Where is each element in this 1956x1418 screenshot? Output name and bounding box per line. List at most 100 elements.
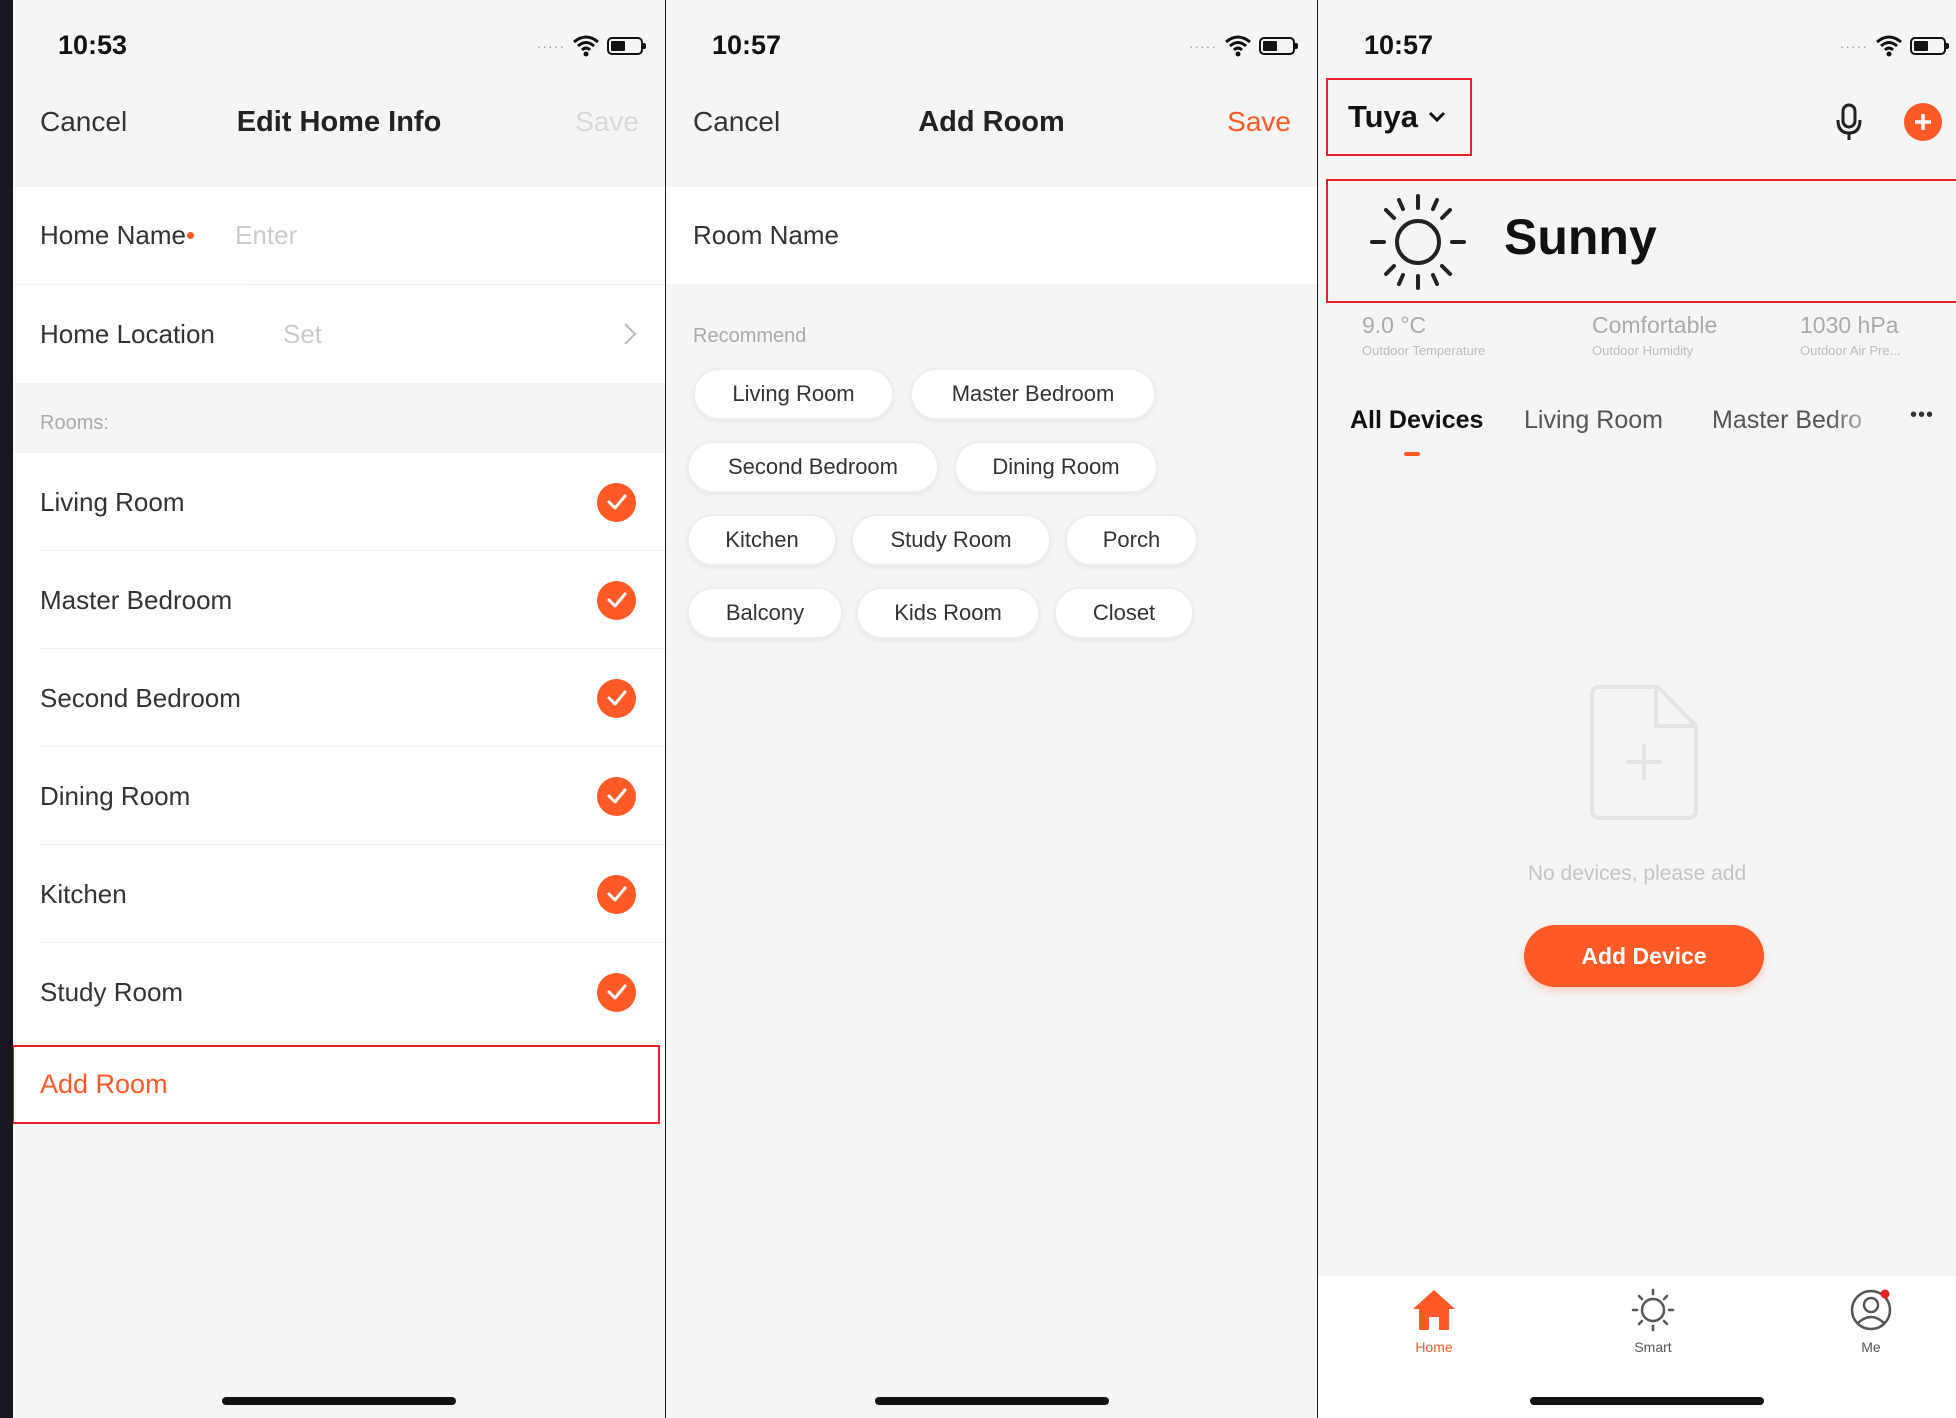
recommend-header: Recommend: [693, 325, 807, 347]
tab-me-label: Me: [1861, 1339, 1881, 1355]
home-icon: [1413, 1290, 1455, 1330]
recommend-chip[interactable]: Dining Room: [954, 441, 1158, 493]
status-time: 10:57: [712, 30, 782, 60]
tab-smart[interactable]: Smart: [1603, 1288, 1703, 1355]
room-name: Master Bedroom: [40, 584, 233, 615]
wifi-icon: [1876, 35, 1902, 57]
check-circle-icon[interactable]: [597, 482, 636, 522]
rooms-header: Rooms:: [40, 412, 109, 434]
cancel-button[interactable]: Cancel: [40, 106, 127, 138]
temperature-stat: 9.0 °C Outdoor Temperature: [1362, 312, 1485, 358]
save-button[interactable]: Save: [1227, 106, 1291, 138]
checkmark-icon: [607, 494, 626, 510]
highlight-box: [1326, 179, 1956, 303]
checkmark-icon: [607, 788, 626, 804]
add-button[interactable]: [1904, 103, 1942, 141]
wifi-icon: [573, 35, 599, 57]
recommend-chip[interactable]: Living Room: [693, 368, 894, 420]
status-time: 10:53: [58, 30, 128, 60]
room-name: Kitchen: [40, 878, 127, 909]
more-tabs-icon[interactable]: •••: [1910, 404, 1934, 427]
signal-icon: ·····: [1188, 38, 1217, 54]
tab-living-room[interactable]: Living Room: [1524, 406, 1663, 435]
status-icons: ·····: [536, 34, 646, 58]
user-icon: [1850, 1289, 1892, 1331]
recommend-chip[interactable]: Master Bedroom: [910, 368, 1156, 420]
tab-smart-label: Smart: [1634, 1339, 1672, 1355]
home-name-input[interactable]: Enter: [235, 220, 297, 251]
tab-all-devices[interactable]: All Devices: [1350, 406, 1483, 435]
check-circle-icon[interactable]: [597, 972, 636, 1012]
status-bar: 10:57 ·····: [666, 26, 1317, 66]
status-time: 10:57: [1364, 30, 1434, 60]
home-location-value: Set: [283, 318, 323, 349]
microphone-icon[interactable]: [1834, 102, 1864, 142]
tab-home-label: Home: [1415, 1339, 1453, 1355]
required-mark: •: [185, 220, 196, 250]
room-row[interactable]: Living Room: [13, 453, 665, 551]
checkmark-icon: [607, 984, 626, 1000]
empty-state-text: No devices, please add: [1527, 862, 1747, 885]
room-name-placeholder: Room Name: [693, 220, 839, 250]
check-circle-icon[interactable]: [597, 678, 636, 718]
room-row[interactable]: Master Bedroom: [13, 551, 665, 649]
wifi-icon: [1225, 35, 1251, 57]
home-indicator: [222, 1397, 456, 1405]
recommend-chip[interactable]: Second Bedroom: [687, 441, 939, 493]
recommend-chip[interactable]: Closet: [1054, 587, 1194, 639]
room-row[interactable]: Study Room: [13, 943, 665, 1041]
battery-icon: [1259, 37, 1298, 55]
temperature-value: 9.0 °C: [1362, 312, 1427, 338]
check-circle-icon[interactable]: [597, 874, 636, 914]
signal-icon: ·····: [1839, 38, 1868, 54]
temperature-label: Outdoor Temperature: [1362, 343, 1486, 358]
edit-home-info-screen: 10:53 ····· Cancel Edit Home Info Save H…: [13, 0, 665, 1418]
highlight-box: [1326, 78, 1472, 156]
add-room-screen: 10:57 ····· Cancel Add Room Save Room Na…: [666, 0, 1317, 1418]
checkmark-icon: [607, 592, 626, 608]
status-bar: 10:53 ·····: [13, 26, 665, 66]
status-icons: ·····: [1839, 34, 1949, 58]
tab-me[interactable]: Me: [1821, 1288, 1921, 1355]
check-circle-icon[interactable]: [597, 580, 636, 620]
home-location-label: Home Location: [40, 318, 215, 349]
room-name-input[interactable]: Room Name: [666, 187, 1317, 284]
highlight-box: [13, 1045, 660, 1124]
room-row[interactable]: Dining Room: [13, 747, 665, 845]
room-name: Second Bedroom: [40, 682, 241, 713]
status-bar: 10:57 ·····: [1318, 26, 1956, 66]
recommend-chip[interactable]: Kids Room: [856, 587, 1040, 639]
chevron-right-icon: [624, 323, 637, 345]
checkmark-icon: [607, 886, 626, 902]
pressure-value: 1030 hPa: [1800, 312, 1899, 338]
cancel-button[interactable]: Cancel: [693, 106, 780, 138]
home-location-row[interactable]: Home Location Set: [13, 285, 665, 383]
pressure-stat: 1030 hPa Outdoor Air Pre...: [1800, 312, 1950, 358]
nav-bar: Cancel Edit Home Info Save: [13, 92, 665, 152]
humidity-value: Comfortable: [1592, 312, 1718, 338]
save-button-disabled[interactable]: Save: [575, 106, 639, 138]
humidity-stat: Comfortable Outdoor Humidity: [1592, 312, 1717, 358]
recommend-chip[interactable]: Balcony: [687, 587, 843, 639]
recommend-chip[interactable]: Study Room: [851, 514, 1051, 566]
smart-icon: [1631, 1288, 1675, 1332]
battery-icon: [607, 37, 646, 55]
room-name: Study Room: [40, 976, 184, 1007]
home-name-field[interactable]: Home Name• Enter: [13, 187, 665, 284]
status-icons: ·····: [1188, 34, 1298, 58]
recommend-chip[interactable]: Porch: [1065, 514, 1198, 566]
signal-icon: ·····: [536, 38, 565, 54]
room-row[interactable]: Kitchen: [13, 845, 665, 943]
recommend-chip[interactable]: Kitchen: [687, 514, 837, 566]
checkmark-icon: [607, 690, 626, 706]
room-row[interactable]: Second Bedroom: [13, 649, 665, 747]
pressure-label: Outdoor Air Pre...: [1800, 343, 1901, 358]
tab-master-bedroom[interactable]: Master Bedro: [1712, 406, 1890, 435]
home-name-label: Home Name•: [40, 220, 196, 250]
plus-icon: [1915, 114, 1931, 130]
check-circle-icon[interactable]: [597, 776, 636, 816]
battery-icon: [1910, 37, 1949, 55]
add-device-button[interactable]: Add Device: [1524, 925, 1764, 987]
home-dashboard-screen: 10:57 ····· Tuya Sunny 9.0 °C Outdoor Te…: [1318, 0, 1956, 1418]
tab-home[interactable]: Home: [1384, 1288, 1484, 1355]
